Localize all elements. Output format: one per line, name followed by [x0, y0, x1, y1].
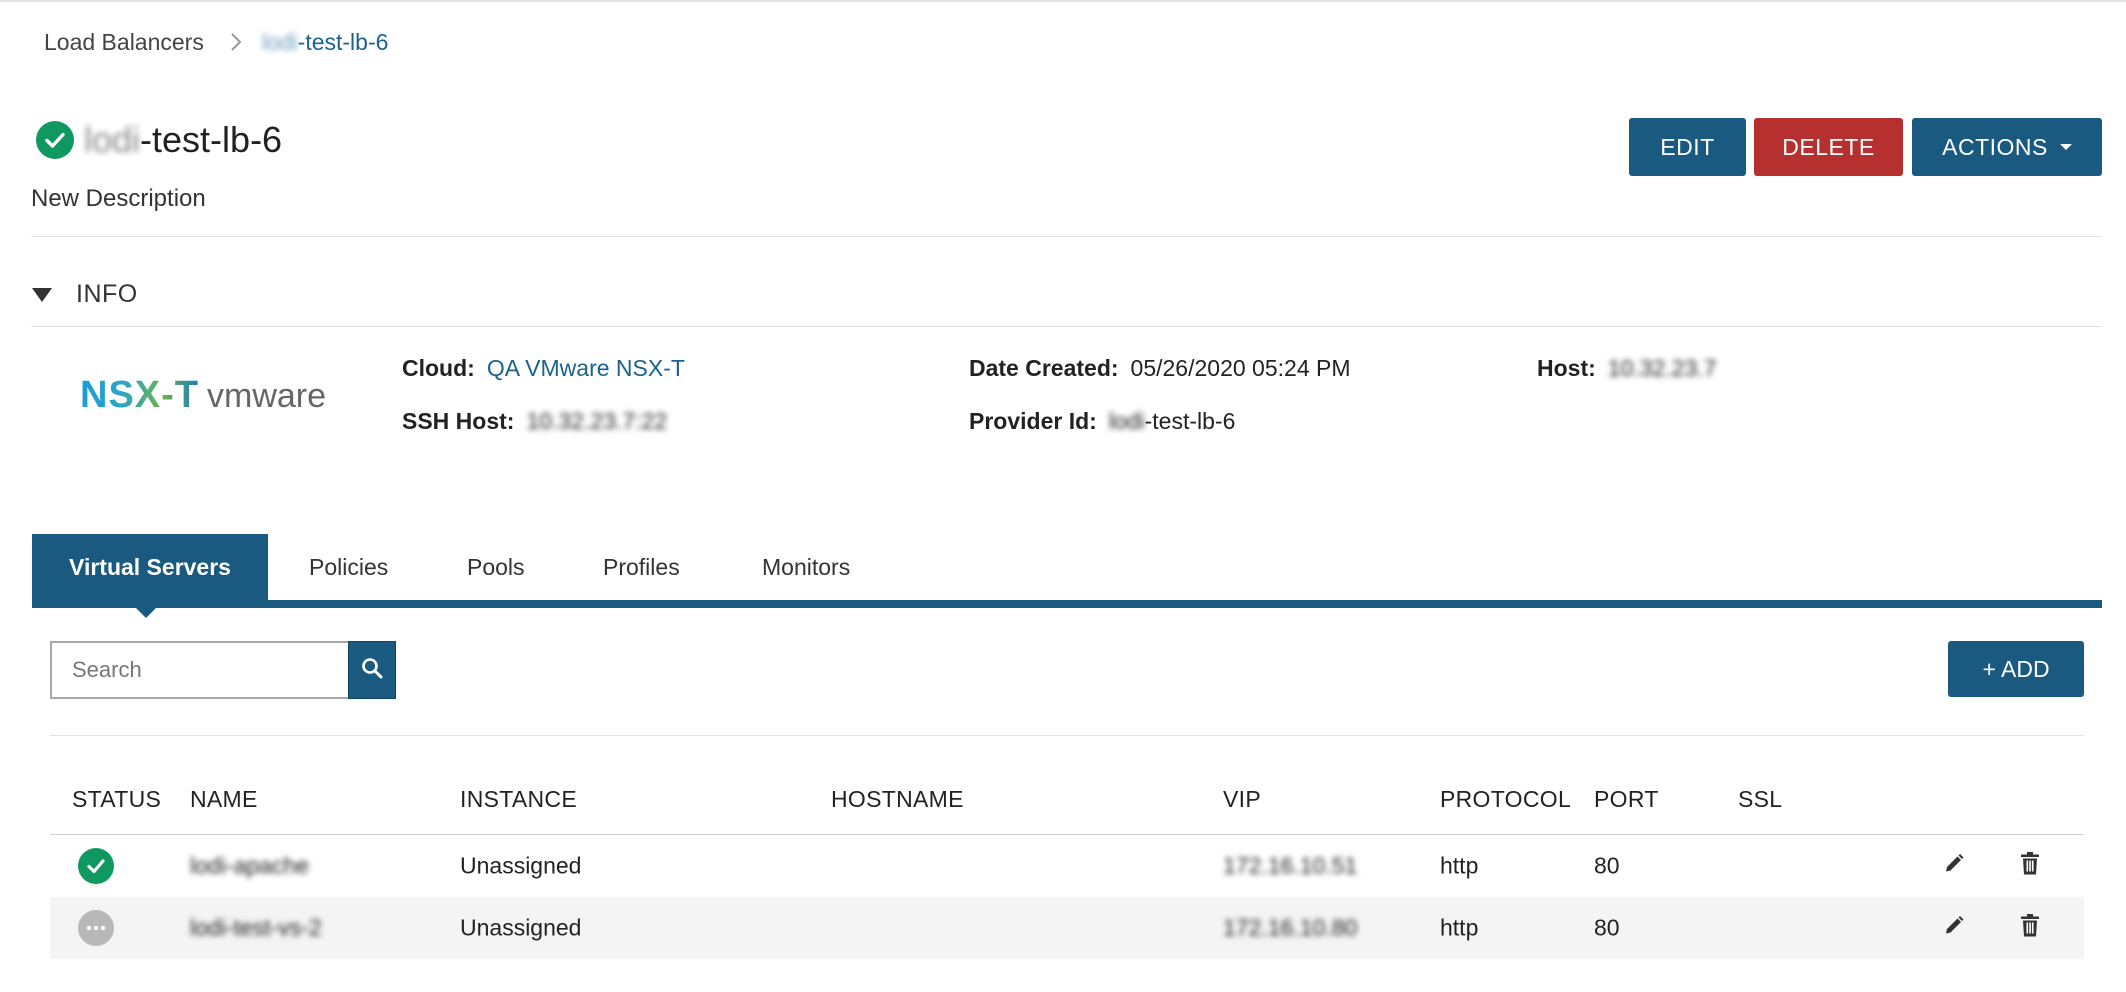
tab-underline [32, 600, 2102, 608]
breadcrumb: Load Balancers lodi -test-lb-6 [44, 26, 388, 58]
tab-virtual-servers-label: Virtual Servers [69, 553, 231, 580]
date-created-label: Date Created: [969, 355, 1119, 381]
tab-policies[interactable]: Policies [309, 534, 388, 600]
delete-button-label: DELETE [1782, 133, 1875, 160]
delete-button[interactable]: DELETE [1754, 118, 1903, 176]
info-divider [31, 326, 2102, 327]
provider-id-value: -test-lb-6 [1144, 408, 1236, 434]
search-button[interactable] [348, 641, 396, 699]
search-input[interactable] [50, 641, 348, 699]
active-tab-pointer [134, 606, 158, 618]
edit-pencil-icon[interactable] [1943, 915, 1965, 942]
column-header-vip[interactable]: VIP [1223, 786, 1261, 813]
table-row[interactable]: lodi-test-vs-2 Unassigned 172.16.10.80 h… [50, 897, 2084, 959]
date-created-field: Date Created: 05/26/2020 05:24 PM [969, 355, 1351, 382]
protocol-cell: http [1440, 852, 1479, 879]
check-circle-icon [36, 121, 74, 159]
nsx-t-vmware-logo: NSX-T vmware [80, 374, 326, 417]
edit-pencil-icon[interactable] [1943, 853, 1965, 880]
vip-cell: 172.16.10.80 [1223, 914, 1358, 941]
column-header-ssl[interactable]: SSL [1738, 786, 1782, 813]
protocol-cell: http [1440, 914, 1479, 941]
instance-cell: Unassigned [460, 852, 582, 879]
tab-virtual-servers[interactable]: Virtual Servers [32, 534, 268, 600]
caret-down-icon [2059, 144, 2072, 150]
host-field: Host: 10.32.23.7 [1537, 355, 1717, 382]
header-divider [31, 236, 2102, 237]
ssh-host-value: 10.32.23.7:22 [526, 408, 668, 434]
ssh-host-field: SSH Host: 10.32.23.7:22 [402, 408, 667, 435]
top-border [0, 0, 2126, 2]
host-value: 10.32.23.7 [1607, 355, 1717, 381]
page-title: lodi -test-lb-6 [84, 119, 282, 161]
breadcrumb-current: lodi -test-lb-6 [262, 29, 389, 56]
provider-id-label: Provider Id: [969, 408, 1097, 434]
page-header: lodi -test-lb-6 [36, 119, 282, 161]
info-section-toggle[interactable]: INFO [32, 280, 138, 309]
breadcrumb-load-balancers-link[interactable]: Load Balancers [44, 29, 204, 56]
vip-cell: 172.16.10.51 [1223, 852, 1358, 879]
page-title-text: -test-lb-6 [140, 119, 283, 160]
toolbar-divider [50, 735, 2084, 736]
edit-button-label: EDIT [1660, 133, 1715, 160]
name-cell[interactable]: lodi-test-vs-2 [190, 915, 322, 942]
breadcrumb-current-redacted: lodi [261, 28, 298, 55]
provider-id-field: Provider Id: lodi -test-lb-6 [969, 408, 1235, 435]
port-cell: 80 [1594, 852, 1620, 879]
triangle-down-icon [32, 287, 52, 302]
breadcrumb-current-label: -test-lb-6 [297, 28, 389, 55]
provider-id-redacted: lodi [1108, 408, 1145, 434]
chevron-right-icon [230, 32, 242, 52]
column-header-protocol[interactable]: PROTOCOL [1440, 786, 1571, 813]
check-circle-icon [78, 848, 114, 884]
page-description: New Description [31, 185, 206, 212]
ssh-host-label: SSH Host: [402, 408, 515, 434]
tab-policies-label: Policies [309, 553, 389, 580]
info-section-label: INFO [76, 280, 138, 308]
trash-icon[interactable] [2020, 914, 2040, 943]
port-cell: 80 [1594, 914, 1620, 941]
cloud-link[interactable]: QA VMware NSX-T [487, 355, 685, 382]
search-icon [360, 656, 384, 685]
name-cell[interactable]: lodi-apache [190, 853, 309, 880]
tab-profiles-label: Profiles [603, 553, 680, 580]
logo-secondary: vmware [207, 377, 327, 415]
instance-cell: Unassigned [460, 914, 582, 941]
add-button[interactable]: + ADD [1948, 641, 2084, 697]
edit-button[interactable]: EDIT [1629, 118, 1746, 176]
column-header-instance[interactable]: INSTANCE [460, 786, 577, 813]
cloud-field: Cloud: QA VMware NSX-T [402, 355, 685, 382]
actions-button-label: ACTIONS [1942, 133, 2048, 160]
column-header-port[interactable]: PORT [1594, 786, 1659, 813]
trash-icon[interactable] [2020, 852, 2040, 881]
date-created-value: 05/26/2020 05:24 PM [1130, 355, 1351, 381]
logo-primary: NSX-T [80, 374, 199, 416]
status-cell [78, 910, 114, 946]
tab-bar: Virtual Servers Policies Pools Profiles … [32, 534, 2102, 618]
column-header-status[interactable]: STATUS [72, 786, 161, 813]
status-cell [78, 848, 114, 884]
actions-dropdown-button[interactable]: ACTIONS [1912, 118, 2102, 176]
column-header-name[interactable]: NAME [190, 786, 258, 813]
tab-profiles[interactable]: Profiles [603, 534, 680, 600]
host-label: Host: [1537, 355, 1596, 381]
tab-pools[interactable]: Pools [467, 534, 525, 600]
more-horizontal-icon [78, 910, 114, 946]
tab-monitors[interactable]: Monitors [762, 534, 850, 600]
page-title-redacted: lodi [84, 119, 141, 160]
table-row[interactable]: lodi-apache Unassigned 172.16.10.51 http… [50, 835, 2084, 897]
tab-monitors-label: Monitors [762, 553, 851, 580]
cloud-label: Cloud: [402, 355, 475, 381]
column-header-hostname[interactable]: HOSTNAME [831, 786, 964, 813]
tab-pools-label: Pools [467, 553, 525, 580]
add-button-label: + ADD [1982, 655, 2050, 682]
